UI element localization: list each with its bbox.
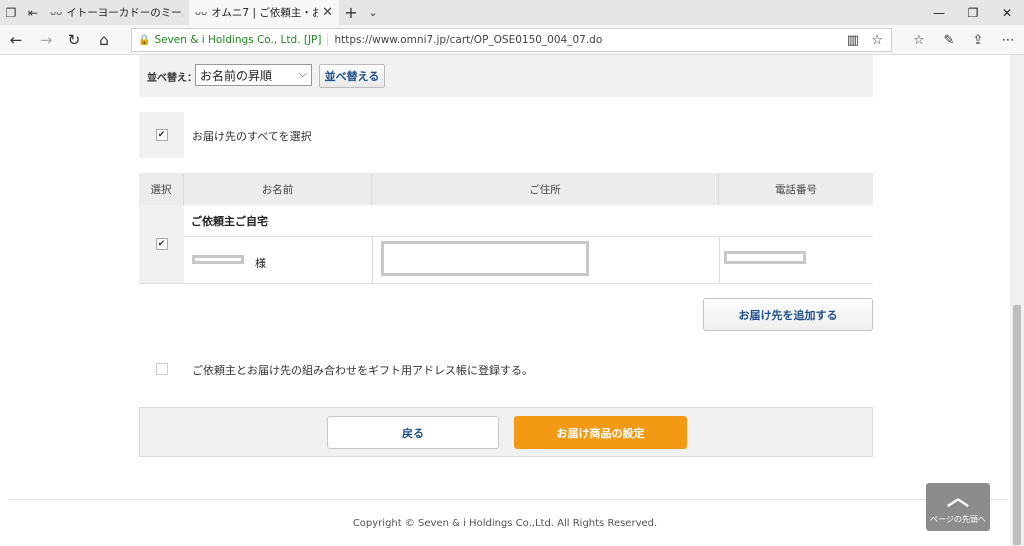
- refresh-icon[interactable]: ↻: [60, 25, 88, 55]
- select-all-cell: ✔: [139, 112, 184, 158]
- header-address: ご住所: [372, 173, 719, 205]
- reading-view-icon[interactable]: ▥: [847, 33, 859, 48]
- set-delivery-items-button[interactable]: お届け商品の設定: [514, 416, 687, 449]
- redacted-name: [192, 255, 244, 264]
- forward-arrow-icon[interactable]: →: [32, 25, 60, 55]
- more-menu-icon[interactable]: ⋯: [994, 25, 1022, 55]
- tab-preview-icon[interactable]: ❐: [0, 0, 22, 25]
- close-window-icon[interactable]: ✕: [990, 0, 1024, 25]
- browser-tab-2[interactable]: ᴗᴗ オムニ7 | ご依頼主・お届け ✕: [189, 0, 339, 25]
- redacted-address: [381, 241, 589, 276]
- gift-register-checkbox[interactable]: [156, 363, 168, 375]
- honorific: 様: [255, 257, 266, 270]
- page-content: 並べ替え： お名前の昇順 ⌵ 並べ替える ✔ お届け先のすべてを選択 選択 お名…: [0, 55, 1010, 546]
- sort-order-select[interactable]: お名前の昇順 ⌵: [195, 64, 312, 86]
- tab-title: オムニ7 | ご依頼主・お届け: [211, 7, 319, 19]
- row-divider: [184, 236, 873, 237]
- page-top-button[interactable]: ︿ ページの先頭へ: [926, 483, 990, 531]
- vertical-scrollbar[interactable]: [1010, 55, 1024, 546]
- add-destination-button[interactable]: お届け先を追加する: [703, 298, 873, 331]
- url-text[interactable]: https://www.omni7.jp/cart/OP_OSE0150_004…: [327, 34, 602, 46]
- share-icon[interactable]: ⇪: [964, 25, 992, 55]
- favorites-hub-icon[interactable]: ☆: [905, 25, 933, 55]
- url-field[interactable]: 🔒 Seven & i Holdings Co., Ltd. [JP] http…: [131, 28, 892, 52]
- back-button[interactable]: 戻る: [327, 416, 499, 449]
- web-note-icon[interactable]: ✎: [935, 25, 963, 55]
- lock-icon: 🔒: [138, 34, 151, 46]
- set-aside-tabs-icon[interactable]: ⇤: [22, 0, 44, 25]
- site-identity[interactable]: Seven & i Holdings Co., Ltd. [JP]: [154, 34, 321, 46]
- copyright: Copyright © Seven & i Holdings Co.,Ltd. …: [352, 518, 658, 529]
- sort-bar: 並べ替え： お名前の昇順 ⌵ 並べ替える: [139, 55, 873, 97]
- select-all-label[interactable]: お届け先のすべてを選択: [192, 128, 312, 144]
- close-tab-icon[interactable]: ✕: [322, 5, 333, 20]
- header-select: 選択: [139, 173, 184, 205]
- gift-register-label[interactable]: ご依頼主とお届け先の組み合わせをギフト用アドレス帳に登録する。: [192, 362, 533, 378]
- header-name: お名前: [184, 173, 372, 205]
- redacted-phone: [724, 251, 806, 264]
- back-arrow-icon[interactable]: ←: [2, 25, 30, 55]
- row-checkbox[interactable]: ✔: [155, 238, 168, 250]
- row-divider: [139, 283, 873, 284]
- gift-register-cell: [156, 363, 168, 375]
- minimize-icon[interactable]: —: [922, 0, 956, 25]
- sort-selected-value: お名前の昇順: [200, 69, 273, 83]
- omni7-icon: ᴗᴗ: [195, 7, 208, 18]
- sort-label: 並べ替え：: [147, 73, 197, 84]
- row-select-cell: ✔: [139, 205, 184, 283]
- omni7-icon: ᴗᴗ: [50, 7, 63, 18]
- footer-divider: [8, 499, 1008, 500]
- tab-title: イトーヨーカドーのミールキット | イ: [66, 7, 183, 19]
- restore-icon[interactable]: ❐: [956, 0, 990, 25]
- scrollbar-thumb[interactable]: [1013, 305, 1021, 545]
- browser-tab-bar: ❐ ⇤ ᴗᴗ イトーヨーカドーのミールキット | イ ᴗᴗ オムニ7 | ご依頼…: [0, 0, 1024, 25]
- tab-menu-button[interactable]: ⌄: [363, 0, 383, 25]
- chevron-up-icon: ︿: [946, 485, 969, 511]
- column-divider: [372, 236, 373, 283]
- select-all-checkbox[interactable]: ✔: [155, 129, 168, 141]
- favorite-star-icon[interactable]: ☆: [871, 33, 883, 48]
- column-divider: [719, 236, 720, 283]
- home-icon[interactable]: ⌂: [90, 25, 118, 55]
- header-phone: 電話番号: [775, 183, 817, 196]
- action-bar: 戻る お届け商品の設定: [139, 407, 873, 457]
- browser-address-bar: ← → ↻ ⌂ 🔒 Seven & i Holdings Co., Ltd. […: [0, 25, 1024, 55]
- new-tab-button[interactable]: +: [339, 0, 363, 25]
- window-controls: — ❐ ✕: [922, 0, 1024, 25]
- table-header: 選択 お名前 ご住所 電話番号: [139, 173, 873, 205]
- group-title: ご依頼主ご自宅: [191, 215, 268, 228]
- chevron-down-icon: ⌵: [298, 67, 307, 80]
- sort-button[interactable]: 並べ替える: [319, 64, 385, 88]
- browser-tab-1[interactable]: ᴗᴗ イトーヨーカドーのミールキット | イ: [44, 0, 189, 25]
- page-top-label: ページの先頭へ: [930, 514, 986, 524]
